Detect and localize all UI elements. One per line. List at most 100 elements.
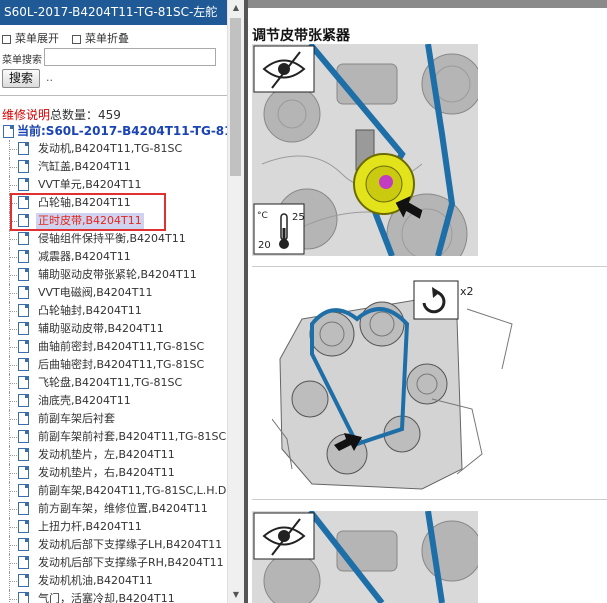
- tree-item[interactable]: VVT单元,B4204T11: [0, 176, 227, 194]
- tree-item[interactable]: 前副车架,B4204T11,TG-81SC,L.H.D: [0, 482, 227, 500]
- scrollbar-thumb[interactable]: [230, 18, 241, 176]
- tree-item-label: 辅助驱动皮带张紧轮,B4204T11: [38, 268, 197, 281]
- tree-scrollbar[interactable]: ▲ ▼: [227, 0, 244, 603]
- collapse-label: 菜单折叠: [85, 32, 129, 45]
- document-icon: [18, 538, 29, 551]
- document-icon: [18, 502, 29, 515]
- tree-connector: [9, 509, 17, 510]
- document-icon: [18, 358, 29, 371]
- tree-item[interactable]: 曲轴前密封,B4204T11,TG-81SC: [0, 338, 227, 356]
- tree-item-label: 减震器,B4204T11: [38, 250, 131, 263]
- search-button[interactable]: 搜索: [2, 69, 40, 88]
- scroll-down-arrow-icon[interactable]: ▼: [228, 587, 244, 603]
- tree-item[interactable]: 发动机后部下支撑缘子LH,B4204T11: [0, 536, 227, 554]
- tree-item-label: 发动机垫片，右,B4204T11: [38, 466, 175, 479]
- document-icon: [18, 556, 29, 569]
- tree-item[interactable]: 辅助驱动皮带,B4204T11: [0, 320, 227, 338]
- tree-item[interactable]: 发动机机油,B4204T11: [0, 572, 227, 590]
- collapse-square-icon: [72, 34, 81, 44]
- tree-item[interactable]: 后曲轴密封,B4204T11,TG-81SC: [0, 356, 227, 374]
- current-node[interactable]: 当前:S60L-2017-B4204T11-TG-81SC-左舵: [3, 122, 227, 139]
- tree-connector: [9, 347, 17, 348]
- tree-connector: [9, 419, 17, 420]
- tree-item-label: 飞轮盘,B4204T11,TG-81SC: [38, 376, 183, 389]
- rotation-count: x2: [460, 285, 474, 298]
- tree-item[interactable]: VVT电磁阀,B4204T11: [0, 284, 227, 302]
- tree-item[interactable]: 辅助驱动皮带张紧轮,B4204T11: [0, 266, 227, 284]
- document-icon: [18, 376, 29, 389]
- tree-item-label: 发动机机油,B4204T11: [38, 574, 153, 587]
- document-icon: [18, 520, 29, 533]
- current-node-label: 当前:S60L-2017-B4204T11-TG-81SC-左舵: [17, 124, 227, 138]
- document-icon: [18, 160, 29, 173]
- eye-icon-2: [253, 512, 315, 560]
- tree-panel-title: S60L-2017-B4204T11-TG-81SC-左舵: [0, 0, 227, 25]
- tree-connector: [9, 383, 17, 384]
- search-input[interactable]: [44, 48, 216, 66]
- search-label: 菜单搜索: [2, 55, 42, 66]
- figure-separator-2: [252, 499, 607, 500]
- tree-item[interactable]: 发动机垫片，右,B4204T11: [0, 464, 227, 482]
- tree-item-label: 辅助驱动皮带,B4204T11: [38, 322, 164, 335]
- tree-item[interactable]: 汽缸盖,B4204T11: [0, 158, 227, 176]
- tree-connector: [9, 545, 17, 546]
- tree-connector: [9, 455, 17, 456]
- scroll-up-arrow-icon[interactable]: ▲: [228, 0, 244, 16]
- document-icon: [18, 232, 29, 245]
- collapse-all-control[interactable]: 菜单折叠: [72, 30, 129, 46]
- tree-connector: [9, 590, 10, 603]
- tree-item-label: VVT单元,B4204T11: [38, 178, 142, 191]
- document-icon: [18, 592, 29, 603]
- tree-connector: [9, 491, 17, 492]
- tree-item-label: 发动机后部下支撑缘子RH,B4204T11: [38, 556, 224, 569]
- document-icon: [18, 268, 29, 281]
- tree-item[interactable]: 前方副车架，维修位置,B4204T11: [0, 500, 227, 518]
- content-panel: 调节皮带张紧器 °C 25 20 x2: [248, 0, 607, 603]
- tree-item[interactable]: 发动机,B4204T11,TG-81SC: [0, 140, 227, 158]
- tree-item[interactable]: 油底壳,B4204T11: [0, 392, 227, 410]
- total-count: 维修说明总数量：459: [2, 106, 121, 123]
- tree-item[interactable]: 气门，活塞冷却,B4204T11: [0, 590, 227, 603]
- temp-low: 20: [258, 240, 271, 251]
- tree-item[interactable]: 飞轮盘,B4204T11,TG-81SC: [0, 374, 227, 392]
- tree-item[interactable]: 减震器,B4204T11: [0, 248, 227, 266]
- tree-item[interactable]: 前副车架前衬套,B4204T11,TG-81SC: [0, 428, 227, 446]
- expand-all-control[interactable]: 菜单展开: [2, 30, 59, 46]
- tree-item[interactable]: 上扭力杆,B4204T11: [0, 518, 227, 536]
- tree-item-label: 前副车架后衬套: [38, 412, 115, 425]
- document-icon: [18, 178, 29, 191]
- document-icon: [18, 466, 29, 479]
- tensioner-figure: °C 25 20: [252, 44, 478, 256]
- document-icon: [18, 250, 29, 263]
- tree-item-label: 发动机垫片，左,B4204T11: [38, 448, 175, 461]
- document-icon: [18, 394, 29, 407]
- document-icon: [18, 574, 29, 587]
- procedure-title: 调节皮带张紧器: [252, 28, 350, 44]
- tree-item[interactable]: 发动机垫片，左,B4204T11: [0, 446, 227, 464]
- tree-connector: [9, 239, 17, 240]
- tensioner-figure-repeat: [252, 511, 478, 603]
- document-icon: [18, 448, 29, 461]
- count-prefix: 维修说明: [2, 108, 51, 122]
- tree-item-label: 曲轴前密封,B4204T11,TG-81SC: [38, 340, 205, 353]
- tree-item[interactable]: 凸轮轴封,B4204T11: [0, 302, 227, 320]
- tree-connector: [9, 167, 17, 168]
- tree-connector: [9, 581, 17, 582]
- document-icon: [18, 286, 29, 299]
- tree-item-label: 前副车架前衬套,B4204T11,TG-81SC: [38, 430, 227, 443]
- highlight-annotation-box: [10, 193, 166, 231]
- tree-item-label: 气门，活塞冷却,B4204T11: [38, 592, 175, 603]
- engine-overview-figure: x2: [272, 280, 513, 490]
- eye-icon: [253, 45, 315, 93]
- tree-item-label: 后曲轴密封,B4204T11,TG-81SC: [38, 358, 205, 371]
- document-icon: [18, 340, 29, 353]
- tree-item-label: 发动机后部下支撑缘子LH,B4204T11: [38, 538, 223, 551]
- tree-panel: S60L-2017-B4204T11-TG-81SC-左舵 菜单展开 菜单折叠 …: [0, 0, 244, 603]
- tree-connector: [9, 329, 17, 330]
- tree-item[interactable]: 侵轴组件保持平衡,B4204T11: [0, 230, 227, 248]
- document-icon: [3, 125, 14, 138]
- tree-item-label: 上扭力杆,B4204T11: [38, 520, 142, 533]
- tree-item-label: 前方副车架，维修位置,B4204T11: [38, 502, 208, 515]
- tree-item[interactable]: 前副车架后衬套: [0, 410, 227, 428]
- tree-item[interactable]: 发动机后部下支撑缘子RH,B4204T11: [0, 554, 227, 572]
